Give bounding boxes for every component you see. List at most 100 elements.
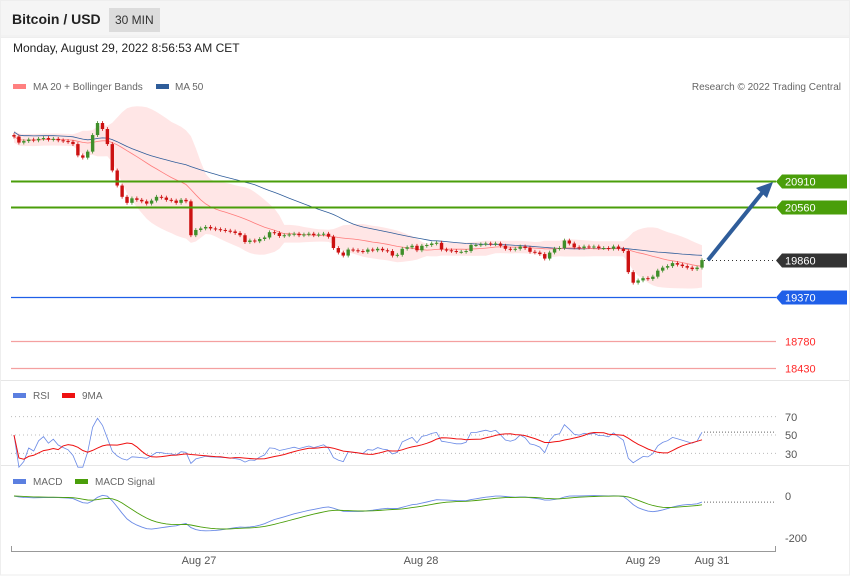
- candle-body: [36, 138, 41, 141]
- level-label: 18430: [785, 364, 816, 376]
- candle-body: [400, 248, 404, 255]
- credit-text: Research © 2022 Trading Central: [692, 82, 841, 93]
- candle-body: [434, 242, 439, 244]
- level-label: 19860: [785, 256, 816, 268]
- candle-body: [17, 136, 21, 143]
- candle-body: [380, 248, 385, 251]
- candle-body: [12, 135, 16, 137]
- candle-body: [552, 248, 557, 253]
- candle-body: [592, 246, 596, 248]
- candle-body: [405, 247, 409, 249]
- candle-body: [646, 278, 650, 280]
- candle-body: [498, 243, 503, 246]
- ma20-legend: MA 20 + Bollinger Bands: [33, 82, 143, 93]
- candle-body: [316, 234, 321, 236]
- candle-body: [518, 246, 522, 249]
- candle-body: [651, 276, 655, 279]
- candle-body: [597, 246, 601, 249]
- candle-body: [110, 144, 114, 171]
- rsi-legend-swatch: [13, 393, 26, 398]
- candle-body: [543, 254, 547, 259]
- level-label: 20910: [785, 177, 816, 189]
- candle-body: [208, 226, 213, 229]
- candle-body: [272, 232, 277, 234]
- candle-body: [41, 138, 46, 140]
- candle-body: [562, 240, 567, 249]
- rsi-ma-legend-swatch: [62, 393, 75, 398]
- candle-body: [425, 245, 429, 247]
- level-label: 19370: [785, 293, 816, 305]
- candle-body: [582, 246, 586, 249]
- candle-body: [513, 248, 517, 250]
- candle-body: [248, 240, 252, 243]
- candle-body: [243, 235, 247, 243]
- candle-body: [444, 249, 449, 251]
- candle-body: [46, 138, 51, 140]
- candle-body: [287, 234, 291, 236]
- candle-body: [194, 229, 198, 236]
- bollinger-band: [14, 106, 702, 289]
- candle-body: [538, 252, 542, 255]
- macd-tick: -200: [785, 533, 807, 545]
- candle-body: [321, 233, 326, 235]
- candle-body: [557, 248, 562, 250]
- macd-legend-swatch: [13, 479, 26, 484]
- candle-body: [149, 200, 154, 204]
- candle-body: [479, 244, 483, 246]
- candle-body: [341, 252, 345, 256]
- candle-body: [233, 231, 237, 233]
- candle-body: [616, 246, 621, 249]
- candle-body: [307, 233, 311, 235]
- candle-body: [336, 248, 341, 253]
- candle-body: [267, 232, 272, 238]
- level-label: 18780: [785, 337, 816, 349]
- candle-body: [159, 196, 164, 198]
- candle-body: [695, 267, 699, 270]
- rsi-tick: 30: [785, 449, 797, 461]
- rsi-line: [13, 417, 703, 469]
- candle-body: [395, 254, 400, 256]
- macd-signal-line: [13, 495, 703, 530]
- candle-body: [346, 249, 350, 256]
- candle-body: [533, 251, 537, 253]
- candle-body: [95, 123, 100, 136]
- candle-body: [361, 251, 365, 253]
- candle-body: [135, 198, 139, 200]
- candle-body: [125, 196, 129, 203]
- candle-body: [120, 185, 124, 197]
- candle-body: [277, 232, 282, 236]
- candle-body: [587, 246, 591, 248]
- candle-body: [199, 228, 203, 230]
- candle-body: [660, 267, 665, 271]
- candle-body: [454, 251, 458, 253]
- macd-legend: MACD: [33, 477, 62, 488]
- chart-canvas: MA 20 + Bollinger Bands MA 50 Research ©…: [0, 35, 850, 576]
- candle-body: [493, 243, 498, 245]
- candle-body: [61, 140, 65, 142]
- candle-body: [228, 230, 232, 232]
- candle-body: [213, 228, 218, 230]
- candle-body: [258, 238, 262, 242]
- rsi-ma-legend: 9MA: [82, 391, 103, 402]
- rsi-tick: 70: [785, 412, 797, 424]
- candle-body: [356, 250, 360, 252]
- candle-body: [420, 245, 424, 251]
- candle-body: [488, 243, 493, 245]
- candle-body: [577, 247, 581, 249]
- candle-body: [292, 233, 296, 235]
- candle-body: [690, 267, 694, 270]
- rsi-ma-line: [13, 431, 703, 460]
- rsi-legend: RSI: [33, 391, 50, 402]
- candle-body: [508, 248, 513, 250]
- x-tick-label: Aug 29: [626, 555, 661, 567]
- candle-body: [449, 250, 454, 252]
- candle-body: [415, 245, 419, 251]
- candle-body: [189, 201, 193, 236]
- candle-body: [547, 252, 552, 259]
- candle-body: [203, 226, 208, 229]
- candle-body: [385, 250, 390, 252]
- macd-signal-legend-swatch: [75, 479, 88, 484]
- candle-body: [572, 243, 576, 248]
- candle-body: [670, 263, 675, 267]
- ma50-legend: MA 50: [175, 82, 204, 93]
